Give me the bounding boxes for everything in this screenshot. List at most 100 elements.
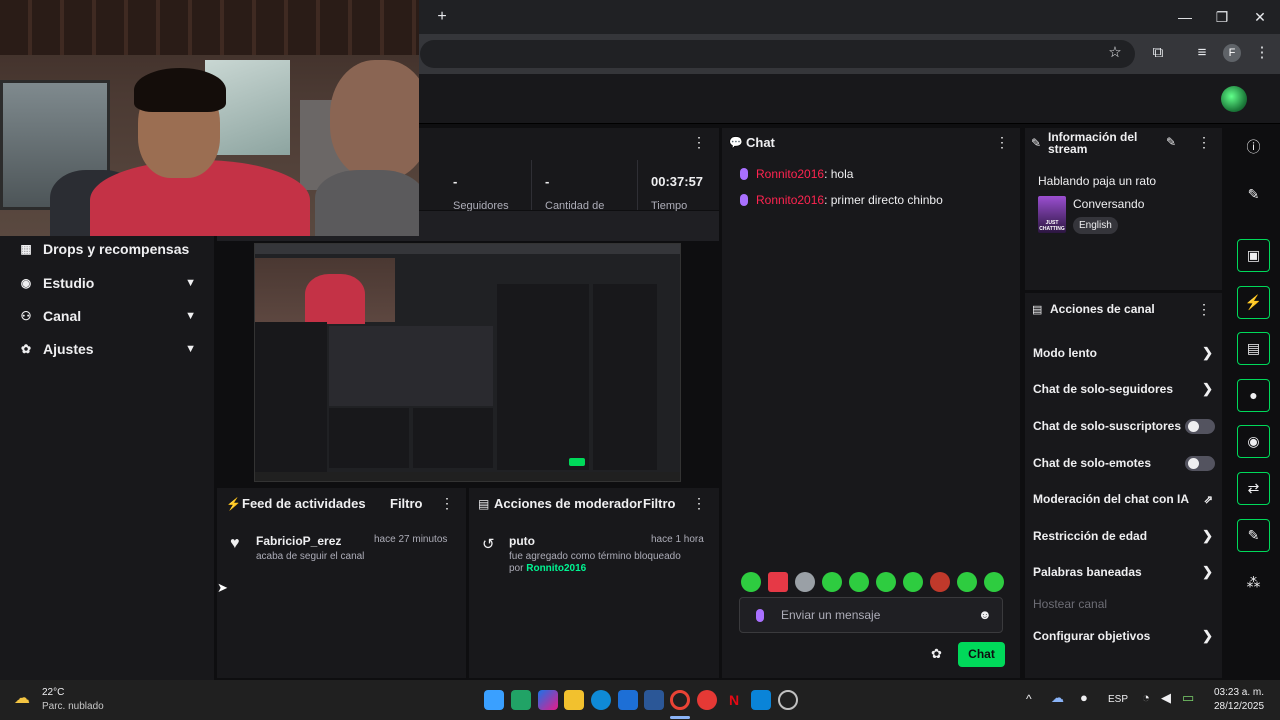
- sidebar-item-drops[interactable]: ▦ Drops y recompensas: [0, 234, 214, 264]
- weather-desc[interactable]: Parc. nublado: [42, 701, 104, 712]
- netflix-icon[interactable]: N: [724, 690, 744, 710]
- chat-input[interactable]: Enviar un mensaje ☻: [739, 597, 1003, 633]
- action-emotes-only[interactable]: Chat de solo-emotes: [1033, 452, 1215, 474]
- minimize-button[interactable]: —: [1173, 6, 1197, 28]
- activity-feed-panel: [217, 488, 466, 678]
- copilot-icon[interactable]: [538, 690, 558, 710]
- add-action-icon[interactable]: ⁂: [1237, 566, 1270, 599]
- stream-stats-panel: [419, 128, 719, 210]
- language-tag[interactable]: English: [1073, 217, 1118, 234]
- extensions-icon[interactable]: ⧉: [1146, 42, 1170, 64]
- user-avatar[interactable]: [1221, 86, 1247, 112]
- close-window-button[interactable]: ✕: [1248, 6, 1272, 28]
- onedrive-icon[interactable]: ☁: [1051, 690, 1064, 706]
- activity-filter-button[interactable]: Filtro: [390, 496, 423, 511]
- chat-send-button[interactable]: Chat: [958, 642, 1005, 667]
- chat-username[interactable]: Ronnito2016: [756, 193, 824, 207]
- action-configure-goals[interactable]: Configurar objetivos ❯: [1033, 625, 1215, 647]
- chrome-icon[interactable]: [670, 690, 690, 710]
- edit-pencil-icon[interactable]: ✎: [1237, 178, 1270, 211]
- emote-icon[interactable]: [984, 572, 1004, 592]
- emote-icon[interactable]: [741, 572, 761, 592]
- emote-icon[interactable]: [957, 572, 977, 592]
- emote-icon[interactable]: [795, 572, 815, 592]
- emote-icon[interactable]: [903, 572, 923, 592]
- emote-icon[interactable]: [822, 572, 842, 592]
- battery-icon[interactable]: ▭: [1182, 690, 1194, 706]
- microphone-icon[interactable]: ●: [1080, 690, 1088, 705]
- chevron-right-icon: ❯: [1202, 564, 1213, 579]
- actions-menu-icon[interactable]: ⋮: [1197, 301, 1211, 318]
- emote-icon[interactable]: [876, 572, 896, 592]
- weather-icon[interactable]: ☁: [14, 688, 30, 708]
- preview-feed: [329, 408, 409, 468]
- category-thumbnail: JUST CHATTING: [1038, 196, 1066, 233]
- chat-bubble-icon[interactable]: ●: [1237, 379, 1270, 412]
- chat-menu-icon[interactable]: ⋮: [995, 134, 1009, 151]
- clock-time[interactable]: 03:23 a. m.: [1214, 687, 1264, 698]
- file-explorer-icon[interactable]: [564, 690, 584, 710]
- emotes-only-toggle[interactable]: [1185, 455, 1215, 471]
- word-icon[interactable]: [644, 690, 664, 710]
- clock-date[interactable]: 28/12/2025: [1214, 701, 1264, 712]
- emoji-icon[interactable]: ☻: [978, 607, 992, 622]
- webcam-overlay: [0, 0, 419, 236]
- action-subscribers-only[interactable]: Chat de solo-suscriptores: [1033, 415, 1215, 437]
- subscribers-only-toggle[interactable]: [1185, 418, 1215, 434]
- info-icon[interactable]: ⓘ: [1237, 131, 1270, 164]
- mod-menu-icon[interactable]: ⋮: [692, 495, 706, 512]
- mouse-cursor-icon: ➤: [217, 580, 228, 595]
- excel-icon[interactable]: [511, 690, 531, 710]
- opera-icon[interactable]: [697, 690, 717, 710]
- chat-settings-icon[interactable]: ✿: [931, 646, 942, 662]
- activity-menu-icon[interactable]: ⋮: [440, 495, 454, 512]
- start-menu-icon[interactable]: [484, 690, 504, 710]
- chat-username[interactable]: Ronnito2016: [756, 167, 824, 181]
- action-followers-only[interactable]: Chat de solo-seguidores ❯: [1033, 378, 1215, 400]
- address-bar[interactable]: [420, 40, 1135, 68]
- edit-pencil-icon[interactable]: ✎: [1166, 135, 1176, 149]
- channel-actions-icon: ▤: [1032, 304, 1043, 316]
- obs-icon[interactable]: [778, 690, 798, 710]
- store-icon[interactable]: [751, 690, 771, 710]
- mic-badge-icon: [740, 168, 748, 180]
- edge-icon[interactable]: [591, 690, 611, 710]
- media-control-icon[interactable]: ≡: [1190, 42, 1214, 64]
- sidebar-item-studio[interactable]: ◉ Estudio ▼: [0, 268, 214, 298]
- emote-icon[interactable]: [930, 572, 950, 592]
- volume-icon[interactable]: ◀: [1161, 690, 1171, 706]
- sidebar-item-channel[interactable]: ⚇ Canal ▼: [0, 301, 214, 331]
- undo-icon[interactable]: ↺: [482, 535, 495, 553]
- activity-user[interactable]: FabricioP_erez: [256, 534, 341, 548]
- webcam-second-person-head: [330, 60, 419, 180]
- action-slow-mode[interactable]: Modo lento ❯: [1033, 342, 1215, 364]
- notes-icon[interactable]: ▤: [1237, 332, 1270, 365]
- info-menu-icon[interactable]: ⋮: [1197, 134, 1211, 151]
- raid-icon[interactable]: ⇄: [1237, 472, 1270, 505]
- wrench-icon[interactable]: ✎: [1237, 519, 1270, 552]
- bookmark-star-icon[interactable]: ☆: [1103, 42, 1127, 64]
- tray-overflow-icon[interactable]: ^: [1026, 692, 1032, 706]
- wifi-icon[interactable]: ◔: [1142, 690, 1150, 705]
- profile-avatar[interactable]: F: [1223, 44, 1241, 62]
- preview-taskbar: [255, 472, 680, 481]
- clip-icon[interactable]: ▣: [1237, 239, 1270, 272]
- sidebar-item-settings[interactable]: ✿ Ajustes ▼: [0, 334, 214, 364]
- mod-by-user[interactable]: Ronnito2016: [526, 563, 586, 574]
- weather-temp[interactable]: 22°C: [42, 687, 64, 698]
- action-age-restriction[interactable]: Restricción de edad ❯: [1033, 525, 1215, 547]
- category-name[interactable]: Conversando: [1073, 197, 1144, 211]
- stats-menu-icon[interactable]: ⋮: [692, 134, 706, 151]
- emote-icon[interactable]: [849, 572, 869, 592]
- action-banned-words[interactable]: Palabras baneadas ❯: [1033, 561, 1215, 583]
- new-tab-button[interactable]: +: [432, 7, 452, 27]
- lightning-icon[interactable]: ⚡: [1237, 286, 1270, 319]
- maximize-button[interactable]: ❐: [1210, 6, 1234, 28]
- browser-menu-icon[interactable]: ⋮: [1250, 42, 1274, 64]
- broadcast-icon[interactable]: ◉: [1237, 425, 1270, 458]
- action-ai-moderation[interactable]: Moderación del chat con IA ⇗: [1033, 488, 1215, 510]
- emote-icon[interactable]: [768, 572, 788, 592]
- outlook-icon[interactable]: [618, 690, 638, 710]
- language-indicator[interactable]: ESP: [1108, 694, 1128, 705]
- mod-filter-button[interactable]: Filtro: [643, 496, 676, 511]
